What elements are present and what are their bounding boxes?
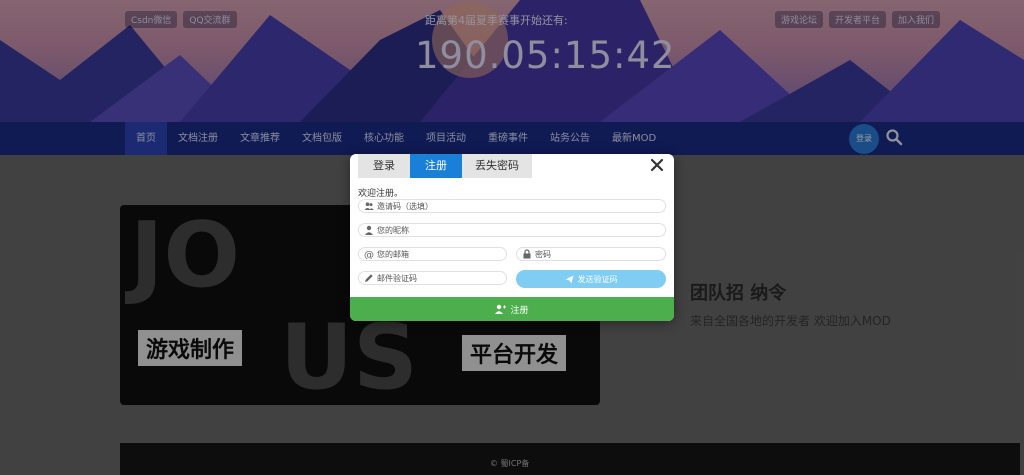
lock-icon [522, 249, 532, 259]
email-code-field [358, 271, 507, 285]
welcome-text: 欢迎注册。 [358, 189, 404, 199]
password-input[interactable] [535, 249, 665, 259]
modal-tabs: 登录 注册 丢失密码 [358, 154, 532, 178]
close-icon[interactable] [650, 158, 664, 172]
email-code-input[interactable] [377, 273, 506, 283]
register-submit-button[interactable]: 注册 [350, 297, 674, 321]
svg-text:@: @ [364, 250, 374, 259]
email-input[interactable] [377, 249, 506, 259]
tab-lost-password[interactable]: 丢失密码 [462, 154, 532, 178]
register-submit-label: 注册 [510, 305, 529, 316]
at-icon: @ [364, 249, 374, 259]
user-icon [364, 225, 374, 235]
pencil-icon [364, 273, 374, 283]
nickname-field [358, 223, 666, 237]
email-field: @ [358, 247, 507, 261]
invite-code-input[interactable] [377, 201, 665, 211]
register-modal: 登录 注册 丢失密码 欢迎注册。 @ [350, 154, 674, 321]
users-icon [364, 201, 374, 211]
user-plus-icon [495, 304, 507, 314]
send-code-button[interactable]: 发送验证码 [516, 270, 666, 288]
nickname-input[interactable] [377, 225, 665, 235]
send-code-label: 发送验证码 [577, 274, 618, 284]
password-field [516, 247, 666, 261]
paper-plane-icon [564, 274, 574, 284]
tab-register[interactable]: 注册 [410, 154, 462, 178]
invite-code-field [358, 199, 666, 213]
tab-login[interactable]: 登录 [358, 154, 410, 178]
